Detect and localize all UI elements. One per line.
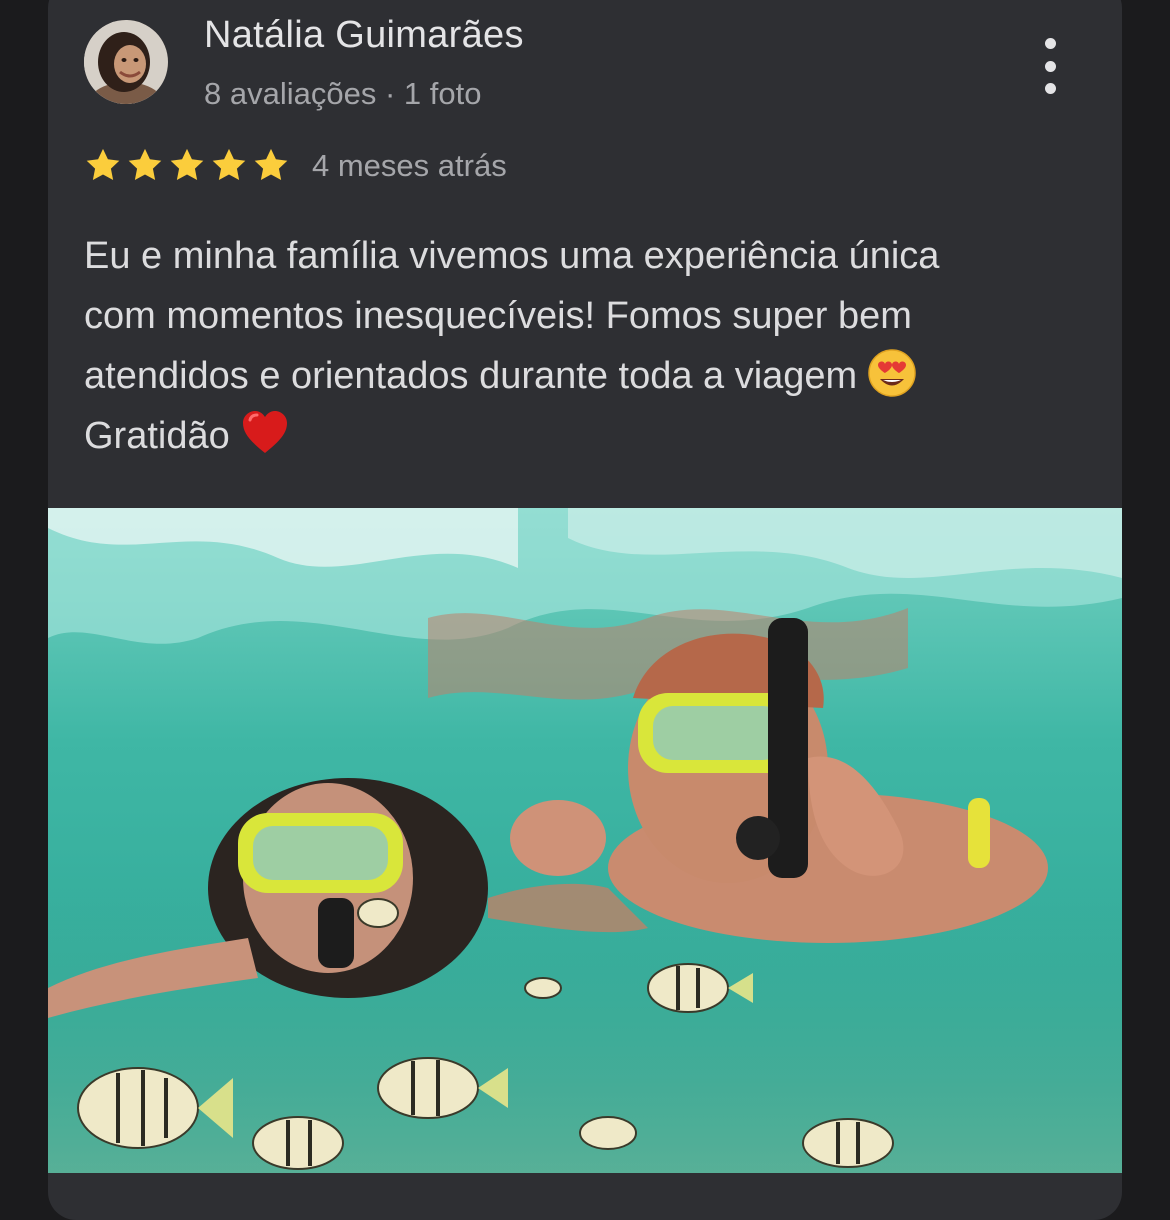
- review-text: Eu e minha família vivemos uma experiênc…: [84, 226, 1084, 466]
- review-photo[interactable]: [48, 508, 1122, 1173]
- red-heart-emoji: [242, 411, 287, 453]
- review-line: com momentos inesquecíveis! Fomos super …: [84, 295, 912, 337]
- review-time: 4 meses atrás: [312, 148, 507, 183]
- star-icon: [86, 148, 120, 181]
- review-line: Eu e minha família vivemos uma experiênc…: [84, 235, 940, 277]
- star-icon: [212, 148, 246, 181]
- more-options-icon[interactable]: [1038, 38, 1062, 94]
- heart-eyes-emoji: [868, 349, 916, 397]
- star-icon: [128, 148, 162, 181]
- underwater-snorkel-photo: [48, 508, 1122, 1173]
- review-line: Gratidão: [84, 406, 1084, 466]
- author-avatar[interactable]: [84, 20, 168, 104]
- review-line: atendidos e orientados durante toda a vi…: [84, 346, 1084, 406]
- star-icon: [170, 148, 204, 181]
- rating-stars: [84, 146, 290, 184]
- avatar-image: [84, 20, 168, 104]
- star-icon: [254, 148, 288, 181]
- author-meta: 8 avaliações · 1 foto: [204, 76, 482, 111]
- review-card: Natália Guimarães 8 avaliações · 1 foto …: [48, 0, 1122, 1220]
- author-name[interactable]: Natália Guimarães: [204, 14, 524, 57]
